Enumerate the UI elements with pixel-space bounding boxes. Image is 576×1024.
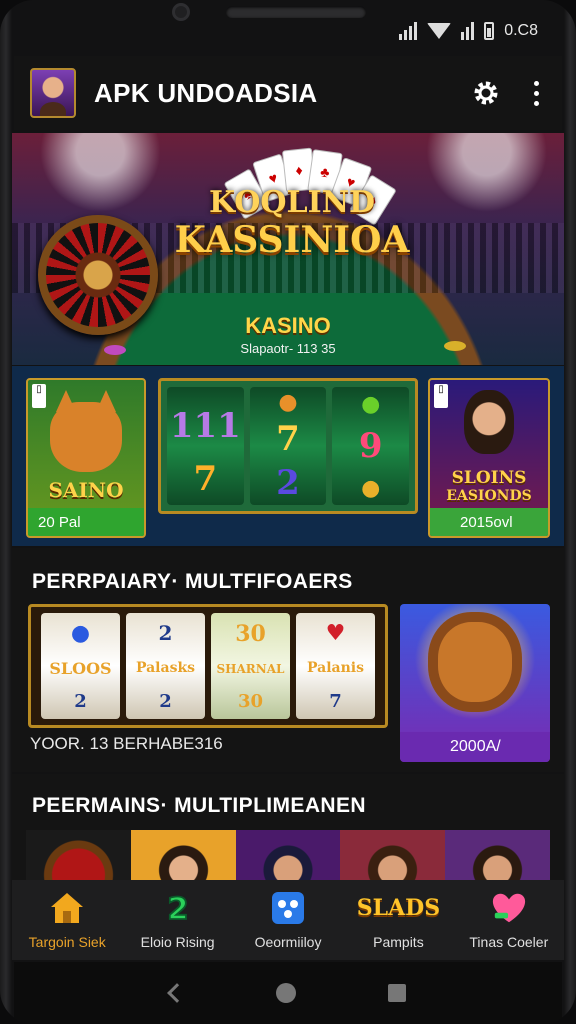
section-caption: YOOR. 13 BERHABE316	[30, 734, 223, 753]
slads-icon: SLADS	[356, 895, 441, 921]
lion-mascot-icon	[438, 622, 512, 702]
nav-label: Targoin Siek	[28, 934, 106, 950]
hero-banner[interactable]: ♠ ♥ ♦ ♣ ♥ ♠ KOQLIND KASSINIOA KASINO Sla…	[12, 133, 564, 365]
dice-icon	[270, 890, 306, 926]
game-tile-label-bar: 20 Pal	[28, 508, 144, 536]
game-tile-label: 2015ovl	[460, 513, 513, 531]
hero-table-label: KASINO	[245, 313, 331, 338]
settings-gear-icon[interactable]	[466, 73, 506, 113]
game-tile-title: SAINO	[48, 478, 124, 502]
status-bar: 0.C8	[14, 14, 562, 48]
reel-symbol: Palanis	[307, 660, 364, 677]
signal-icon-2	[461, 22, 475, 40]
reel-symbol: 9	[358, 425, 383, 466]
reel-symbol: 7	[193, 458, 218, 499]
game-thumbnail[interactable]	[26, 830, 131, 880]
nav-item-community[interactable]: Oeormiiloy	[233, 880, 343, 960]
coins-icon: ●	[361, 474, 381, 501]
nav-label: Eloio Rising	[140, 934, 215, 950]
game-tile-title: SLOINS	[451, 468, 527, 488]
badge-icon: ▯	[32, 384, 46, 408]
game-tile-saino[interactable]: ▯ SAINO 20 Pal	[26, 378, 146, 538]
heart-icon: ♥	[325, 620, 346, 647]
nav-label: Oeormiiloy	[254, 934, 322, 950]
section-premium: PEERMAINS· MULTIPLIMEANEN	[12, 774, 564, 880]
game-thumbnails-row	[26, 830, 550, 880]
game-thumbnail[interactable]	[130, 830, 236, 880]
reel-symbol: 111	[169, 405, 241, 446]
reel-symbol: Palasks	[135, 659, 196, 676]
grapes-icon: ●	[361, 391, 381, 418]
home-icon	[49, 890, 85, 926]
game-tile-label-bar: 2000A/	[400, 732, 550, 762]
hero-logo-top: KOQLIND	[208, 185, 376, 220]
back-icon[interactable]	[167, 983, 187, 1003]
battery-icon	[484, 22, 495, 40]
heart-icon	[491, 890, 527, 926]
slot-reel: 30 SHARNAL 30	[211, 613, 290, 719]
app-logo[interactable]	[30, 68, 76, 118]
slot-reel: ● SLOOS 2	[41, 613, 120, 719]
nav-item-slots[interactable]: SLADS Pampits	[343, 880, 453, 960]
slot-reel: 2 Palasks 2	[126, 613, 205, 719]
game-tile-lion[interactable]: 2000A/	[400, 604, 550, 762]
fox-mascot-icon	[50, 390, 122, 472]
system-navigation-bar	[14, 962, 562, 1024]
reel-symbol: SLOOS	[49, 658, 112, 678]
slot-reel: 111 7	[167, 387, 244, 505]
status-text: 0.C8	[504, 22, 538, 39]
reel-symbol: 7	[276, 419, 300, 459]
grapes-icon: ●	[70, 619, 91, 646]
nav-label: Pampits	[373, 934, 424, 950]
nav-item-rising[interactable]: 2 Eloio Rising	[122, 880, 232, 960]
app-title: APK UNDOADSIA	[94, 77, 318, 108]
nav-item-favorites[interactable]: Tinas Coeler	[454, 880, 564, 960]
two-icon: 2	[160, 890, 196, 926]
recents-icon[interactable]	[388, 984, 406, 1002]
section-popular: PERRPAIARY· MULTFIFOAERS ● SLOOS 2 2 Pal…	[12, 548, 564, 772]
bottom-navigation: Targoin Siek 2 Eloio Rising Oeormiiloy S…	[12, 880, 564, 960]
app-bar: APK UNDOADSIA	[14, 56, 562, 130]
nav-item-home[interactable]: Targoin Siek	[12, 880, 122, 960]
game-thumbnail[interactable]	[445, 830, 550, 880]
overflow-menu-icon[interactable]	[526, 73, 546, 113]
game-tile-sloins[interactable]: ▯ SLOINS EASIONDS 2015ovl	[428, 378, 550, 538]
slot-reel: ● 9 ●	[332, 387, 410, 505]
hero-table-subtitle: Slapaotr- 113 35	[240, 341, 336, 356]
reel-symbol: 30	[237, 690, 264, 712]
lion-icon: ●	[278, 389, 298, 415]
slot-reel: ● 7 2	[249, 387, 327, 505]
section-title: PEERMAINS· MULTIPLIMEANEN	[32, 794, 366, 817]
svg-text:2: 2	[167, 892, 188, 926]
reel-symbol: 2	[74, 691, 87, 713]
slot-machine-tile[interactable]: 111 7 ● 7 2 ● 9 ●	[158, 378, 418, 514]
signal-icon	[399, 22, 418, 40]
game-tile-label: 20 Pal	[38, 513, 81, 531]
hero-logo-main: KASSINIOA	[174, 219, 410, 261]
game-tile-label-bar: 2015ovl	[430, 508, 548, 536]
nav-label: Tinas Coeler	[469, 934, 549, 950]
reel-symbol: 2	[276, 463, 300, 503]
game-tile-subtitle: EASIONDS	[446, 488, 532, 504]
wifi-icon	[427, 23, 452, 39]
reel-symbol: 30	[235, 620, 266, 647]
reel-symbol: 2	[159, 690, 172, 712]
reel-symbol: 7	[329, 690, 342, 712]
slot-machine-strip[interactable]: ● SLOOS 2 2 Palasks 2 30 SHARNAL 30 ♥ Pa…	[28, 604, 388, 728]
badge-icon: ▯	[434, 384, 448, 408]
dealer-portrait-icon	[464, 390, 514, 454]
section-title: PERRPAIARY· MULTFIFOAERS	[32, 570, 353, 593]
game-tile-label: 2000A/	[450, 738, 501, 755]
phone-frame: 0.C8 APK UNDOADSIA ♠ ♥ ♦ ♣ ♥ ♠ KOQLIND K…	[0, 0, 576, 1024]
featured-games-row: ▯ SAINO 20 Pal 111 7 ● 7 2 ● 9 ● ▯ SLOIN…	[12, 366, 564, 546]
slot-reel: ♥ Palanis 7	[296, 613, 375, 719]
system-home-icon[interactable]	[276, 983, 296, 1003]
game-thumbnail[interactable]	[235, 830, 341, 880]
game-thumbnail[interactable]	[340, 830, 446, 880]
reel-symbol: SHARNAL	[216, 661, 285, 676]
reel-symbol: 2	[158, 620, 173, 645]
